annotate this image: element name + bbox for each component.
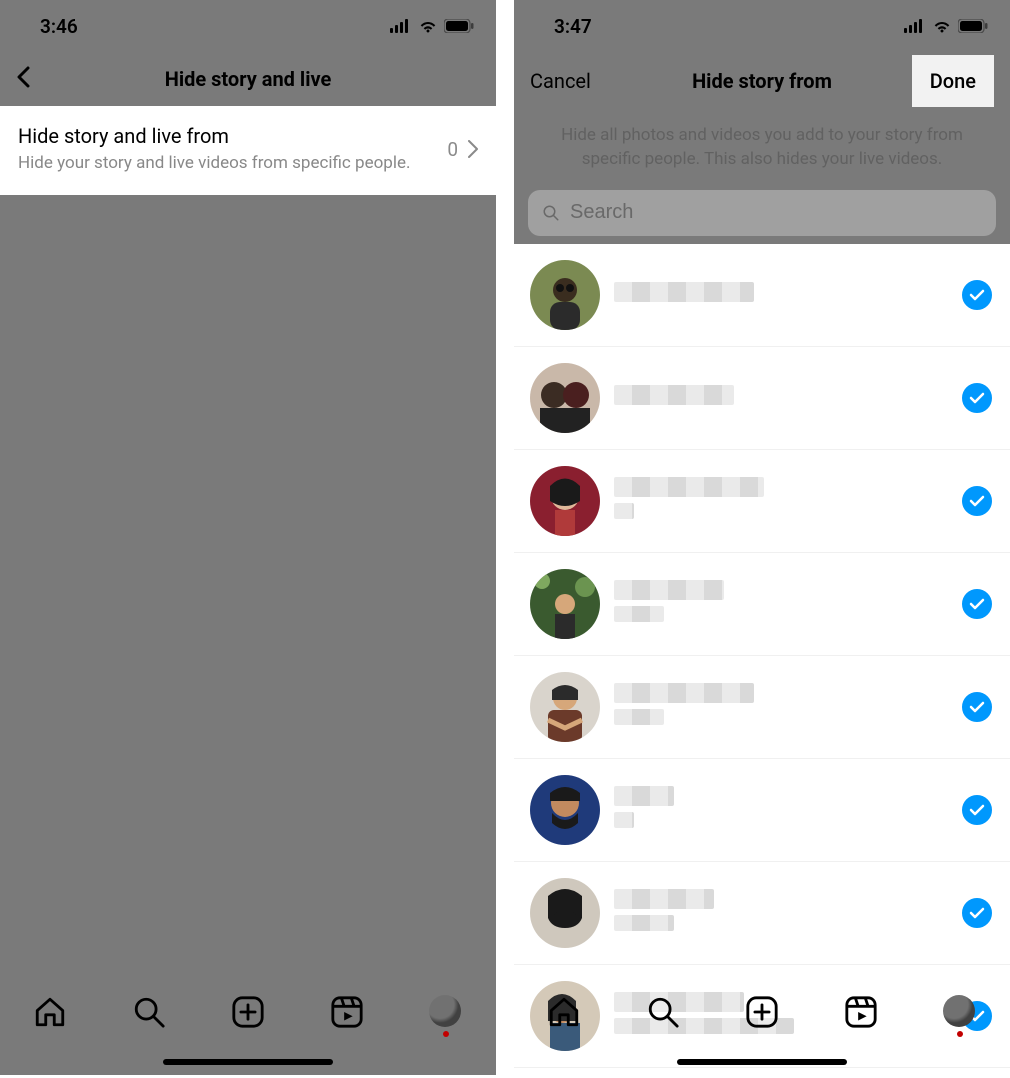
tab-profile[interactable] <box>429 995 463 1029</box>
tab-home[interactable] <box>547 995 581 1029</box>
list-item[interactable] <box>514 450 1010 553</box>
status-icons <box>390 19 474 33</box>
nav-header: Cancel Hide story from Done <box>514 52 1010 110</box>
notification-dot-icon <box>957 1031 963 1037</box>
tab-profile[interactable] <box>943 995 977 1029</box>
signal-icon <box>904 19 926 33</box>
item-text <box>614 889 948 937</box>
chevron-left-icon <box>16 66 32 88</box>
checkbox-checked[interactable] <box>962 898 992 928</box>
people-list <box>514 244 1010 1075</box>
tab-reels[interactable] <box>330 995 364 1029</box>
home-icon <box>33 995 67 1029</box>
home-icon <box>547 995 581 1029</box>
notification-dot-icon <box>443 1031 449 1037</box>
list-item[interactable] <box>514 656 1010 759</box>
tab-create[interactable] <box>745 995 779 1029</box>
description-text: Hide all photos and videos you add to yo… <box>514 110 1010 190</box>
avatar <box>530 569 600 639</box>
settings-section: Hide story and live from Hide your story… <box>0 106 496 195</box>
check-icon <box>969 804 985 816</box>
reels-icon <box>844 995 878 1029</box>
avatar <box>530 363 600 433</box>
status-time: 3:47 <box>554 15 592 38</box>
tab-home[interactable] <box>33 995 67 1029</box>
search-field[interactable] <box>528 190 996 236</box>
plus-square-icon <box>231 995 265 1029</box>
item-text <box>614 580 948 628</box>
check-icon <box>969 907 985 919</box>
check-icon <box>969 598 985 610</box>
home-indicator <box>677 1059 847 1065</box>
signal-icon <box>390 19 412 33</box>
avatar <box>530 672 600 742</box>
nav-header: Hide story and live <box>0 52 496 106</box>
wifi-icon <box>418 19 438 33</box>
avatar <box>530 260 600 330</box>
tab-search[interactable] <box>132 995 166 1029</box>
list-item[interactable] <box>514 759 1010 862</box>
checkbox-checked[interactable] <box>962 486 992 516</box>
tab-reels[interactable] <box>844 995 878 1029</box>
row-title: Hide story and live from <box>18 124 447 148</box>
check-icon <box>969 495 985 507</box>
row-subtitle: Hide your story and live videos from spe… <box>18 152 447 175</box>
search-input[interactable] <box>570 201 982 224</box>
battery-icon <box>444 19 474 33</box>
avatar <box>530 878 600 948</box>
hide-story-row[interactable]: Hide story and live from Hide your story… <box>18 124 478 175</box>
item-text <box>614 786 948 834</box>
status-time: 3:46 <box>40 15 78 38</box>
item-text <box>614 282 948 308</box>
list-item[interactable] <box>514 244 1010 347</box>
list-item[interactable] <box>514 347 1010 450</box>
battery-icon <box>958 19 988 33</box>
phone-left: 3:46 Hide story and live Hide story and … <box>0 0 496 1075</box>
search-icon <box>132 995 166 1029</box>
avatar <box>943 995 975 1027</box>
status-bar: 3:47 <box>514 0 1010 52</box>
avatar <box>530 775 600 845</box>
check-icon <box>969 392 985 404</box>
list-item[interactable] <box>514 553 1010 656</box>
tab-create[interactable] <box>231 995 265 1029</box>
wifi-icon <box>932 19 952 33</box>
search-icon <box>646 995 680 1029</box>
item-text <box>614 683 948 731</box>
checkbox-checked[interactable] <box>962 692 992 722</box>
back-button[interactable] <box>16 66 32 93</box>
tab-search[interactable] <box>646 995 680 1029</box>
chevron-right-icon <box>468 140 478 158</box>
checkbox-checked[interactable] <box>962 280 992 310</box>
avatar <box>530 466 600 536</box>
list-item[interactable] <box>514 862 1010 965</box>
phone-right: 3:47 Cancel Hide story from Done Hide al… <box>514 0 1010 1075</box>
checkbox-checked[interactable] <box>962 589 992 619</box>
reels-icon <box>330 995 364 1029</box>
plus-square-icon <box>745 995 779 1029</box>
check-icon <box>969 289 985 301</box>
status-bar: 3:46 <box>0 0 496 52</box>
check-icon <box>969 701 985 713</box>
home-indicator <box>163 1059 333 1065</box>
item-text <box>614 385 948 411</box>
cancel-button[interactable]: Cancel <box>530 69 591 93</box>
item-text <box>614 477 948 525</box>
search-icon <box>542 204 560 222</box>
done-button[interactable]: Done <box>912 55 994 107</box>
nav-title: Hide story and live <box>0 67 496 91</box>
row-count: 0 <box>447 138 458 161</box>
checkbox-checked[interactable] <box>962 383 992 413</box>
checkbox-checked[interactable] <box>962 795 992 825</box>
avatar <box>429 995 461 1027</box>
status-icons <box>904 19 988 33</box>
